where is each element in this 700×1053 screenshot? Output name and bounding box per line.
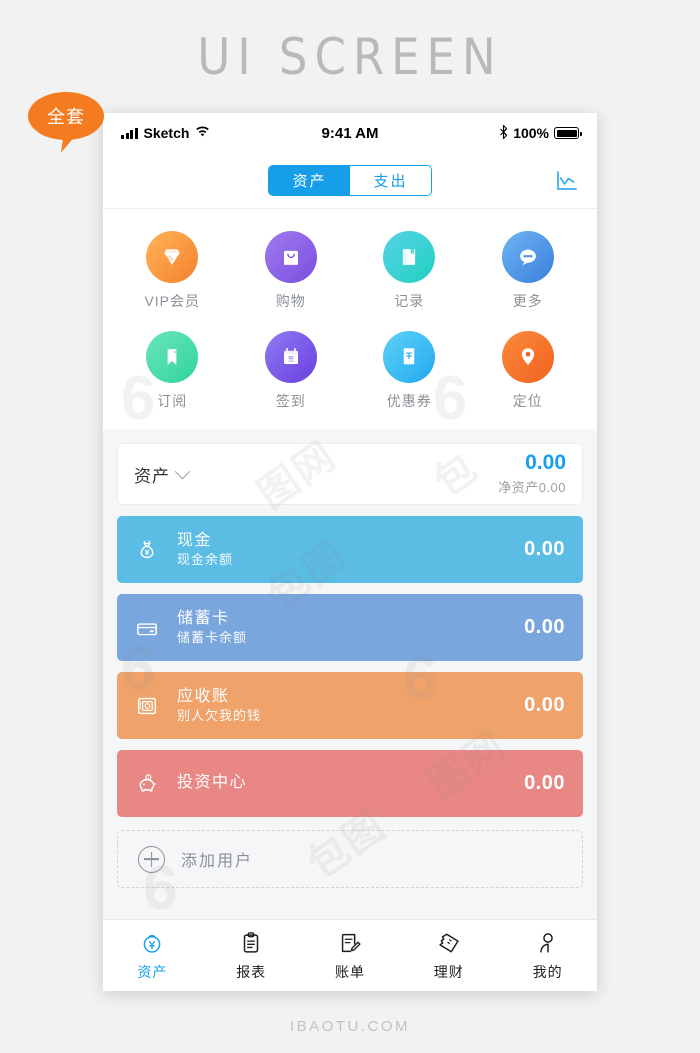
shortcut-more[interactable]: 更多 bbox=[469, 225, 588, 317]
tab-expenses[interactable]: 支出 bbox=[350, 166, 431, 195]
add-user-label: 添加用户 bbox=[181, 853, 254, 870]
battery-icon bbox=[554, 127, 582, 139]
shortcut-label: 购物 bbox=[275, 293, 306, 309]
tab-bar-label: 资产 bbox=[137, 963, 168, 980]
ticket-icon bbox=[436, 930, 462, 956]
person-icon bbox=[535, 930, 561, 956]
shortcut-label: 签到 bbox=[275, 393, 306, 409]
net-asset-label: 净资产0.00 bbox=[498, 479, 566, 495]
nav-bar: 资产 支出 bbox=[103, 153, 597, 209]
account-row-debit-card[interactable]: 储蓄卡 储蓄卡余额 0.00 bbox=[117, 594, 583, 661]
signal-bars-icon bbox=[121, 127, 138, 139]
diamond-icon bbox=[146, 231, 199, 283]
shortcut-label: 更多 bbox=[512, 293, 543, 309]
tab-bar-item-assets[interactable]: 资产 bbox=[103, 930, 202, 982]
svg-text:签: 签 bbox=[288, 355, 294, 363]
shortcut-grid: VIP会员 购物 记录 更多 订阅 签 签到 优惠券 定位 bbox=[103, 209, 597, 429]
account-amount: 0.00 bbox=[524, 616, 565, 638]
svg-text:¥: ¥ bbox=[147, 775, 149, 779]
account-row-cash[interactable]: 现金 现金余额 0.00 bbox=[117, 516, 583, 583]
shortcut-records[interactable]: 记录 bbox=[350, 225, 469, 317]
wallet-yen-icon bbox=[139, 930, 165, 956]
promo-badge-label: 全套 bbox=[47, 107, 85, 127]
account-subtitle: 储蓄卡余额 bbox=[177, 629, 248, 645]
add-user-button[interactable]: 添加用户 bbox=[117, 830, 583, 888]
chevron-down-icon[interactable] bbox=[174, 463, 191, 479]
wifi-icon bbox=[195, 126, 210, 140]
tab-bar-item-bills[interactable]: 账单 bbox=[301, 930, 400, 982]
safe-box-icon bbox=[131, 690, 163, 722]
asset-summary-selector[interactable]: 资产 bbox=[134, 462, 191, 487]
shortcut-label: 记录 bbox=[394, 293, 425, 309]
status-bar-right: 100% bbox=[378, 125, 582, 141]
account-title: 应收账 bbox=[177, 687, 230, 705]
tab-bar-item-reports[interactable]: 报表 bbox=[202, 930, 301, 982]
account-row-investment[interactable]: ¥ 投资中心 0.00 bbox=[117, 750, 583, 817]
bottom-tab-bar: 资产 报表 账单 理财 我的 bbox=[103, 919, 597, 991]
tab-bar-item-profile[interactable]: 我的 bbox=[498, 930, 597, 982]
asset-summary-label: 资产 bbox=[134, 466, 170, 486]
account-subtitle: 现金余额 bbox=[177, 551, 234, 567]
calendar-check-icon: 签 bbox=[264, 331, 317, 383]
shortcut-label: 订阅 bbox=[157, 393, 188, 409]
promo-badge: 全套 bbox=[28, 92, 104, 140]
credit-card-icon bbox=[131, 612, 163, 644]
battery-percent-label: 100% bbox=[513, 125, 549, 141]
account-row-receivable[interactable]: 应收账 别人欠我的钱 0.00 bbox=[117, 672, 583, 739]
notebook-icon bbox=[383, 231, 436, 283]
bill-edit-icon bbox=[337, 930, 363, 956]
status-bar-left: Sketch bbox=[121, 125, 322, 141]
asset-total-amount: 0.00 bbox=[525, 451, 566, 475]
bookmark-icon bbox=[146, 331, 199, 383]
shortcut-checkin[interactable]: 签 签到 bbox=[232, 325, 351, 417]
tab-bar-item-finance[interactable]: 理财 bbox=[399, 930, 498, 982]
tab-assets[interactable]: 资产 bbox=[269, 166, 350, 195]
asset-summary-card[interactable]: 资产 0.00 净资产0.00 bbox=[117, 443, 583, 505]
account-title: 储蓄卡 bbox=[177, 609, 230, 627]
line-chart-icon[interactable] bbox=[555, 169, 579, 193]
clock-label: 9:41 AM bbox=[321, 124, 379, 142]
shopping-bag-icon bbox=[264, 231, 317, 283]
receipt-icon bbox=[383, 331, 436, 383]
status-bar: Sketch 9:41 AM 100% bbox=[103, 113, 597, 153]
clipboard-icon bbox=[238, 930, 264, 956]
shortcut-label: 优惠券 bbox=[386, 393, 432, 409]
shortcut-shopping[interactable]: 购物 bbox=[232, 225, 351, 317]
account-amount: 0.00 bbox=[524, 538, 565, 560]
tab-bar-label: 账单 bbox=[334, 963, 365, 980]
account-title: 现金 bbox=[177, 531, 213, 549]
account-text: 现金 现金余额 bbox=[177, 531, 524, 569]
footer-brand: IBAOTU.COM bbox=[289, 1018, 410, 1035]
plus-circle-icon bbox=[138, 845, 165, 873]
asset-summary-values: 0.00 净资产0.00 bbox=[498, 452, 566, 495]
phone-frame: Sketch 9:41 AM 100% 资产 支出 VIP会员 购物 记录 更多… bbox=[103, 113, 597, 991]
shortcut-location[interactable]: 定位 bbox=[469, 325, 588, 417]
account-title: 投资中心 bbox=[177, 774, 248, 791]
tab-bar-label: 我的 bbox=[532, 963, 563, 980]
poster-canvas: UI SCREEN 全套 Sketch 9:41 AM 100% 资产 支出 V… bbox=[0, 0, 700, 1053]
bluetooth-icon bbox=[499, 125, 508, 141]
account-text: 投资中心 bbox=[177, 773, 524, 794]
piggy-bank-icon: ¥ bbox=[131, 768, 163, 800]
shortcut-subscribe[interactable]: 订阅 bbox=[113, 325, 232, 417]
tab-bar-label: 报表 bbox=[236, 963, 267, 980]
page-title: UI SCREEN bbox=[197, 28, 503, 86]
shortcut-vip[interactable]: VIP会员 bbox=[113, 225, 232, 317]
account-amount: 0.00 bbox=[524, 772, 565, 794]
account-text: 储蓄卡 储蓄卡余额 bbox=[177, 609, 524, 647]
account-subtitle: 别人欠我的钱 bbox=[177, 707, 262, 723]
account-text: 应收账 别人欠我的钱 bbox=[177, 687, 524, 725]
shortcut-coupon[interactable]: 优惠券 bbox=[350, 325, 469, 417]
tab-bar-label: 理财 bbox=[433, 963, 464, 980]
chat-dots-icon bbox=[501, 231, 554, 283]
location-pin-icon bbox=[501, 331, 554, 383]
account-amount: 0.00 bbox=[524, 694, 565, 716]
segmented-control[interactable]: 资产 支出 bbox=[268, 165, 432, 196]
accounts-area: 资产 0.00 净资产0.00 现金 现金余额 0.00 储蓄卡 储蓄卡余额 0… bbox=[103, 429, 597, 888]
app-content: VIP会员 购物 记录 更多 订阅 签 签到 优惠券 定位 资产 0.00 净资… bbox=[103, 209, 597, 919]
shortcut-label: 定位 bbox=[512, 393, 543, 409]
money-bag-icon bbox=[131, 534, 163, 566]
carrier-label: Sketch bbox=[143, 125, 190, 141]
shortcut-label: VIP会员 bbox=[144, 293, 201, 309]
